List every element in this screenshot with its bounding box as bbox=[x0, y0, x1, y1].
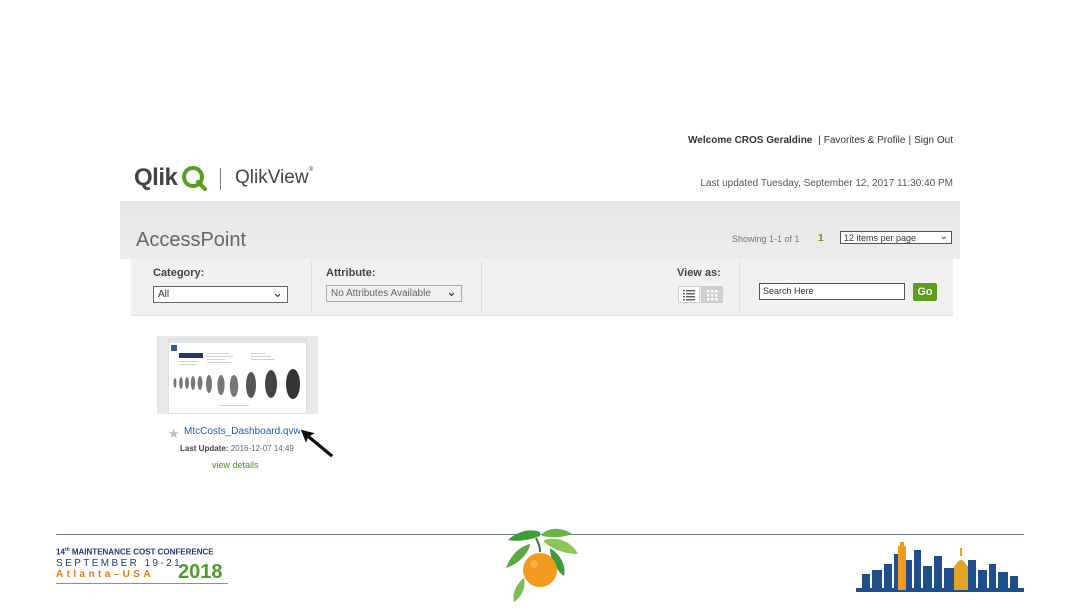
qlik-q-icon bbox=[182, 166, 207, 191]
filter-divider bbox=[311, 262, 312, 312]
showing-count: Showing 1-1 of 1 bbox=[732, 234, 800, 244]
chevron-down-icon: ⌄ bbox=[446, 284, 457, 299]
city-skyline-icon bbox=[856, 542, 1024, 592]
page-number-link[interactable]: 1 bbox=[818, 233, 824, 244]
go-button[interactable]: Go bbox=[913, 283, 937, 301]
favorites-profile-link[interactable]: Favorites & Profile bbox=[824, 135, 906, 146]
category-value: All bbox=[158, 289, 170, 300]
welcome-text: Welcome CROS Geraldine bbox=[688, 135, 813, 146]
items-per-page-value: 12 items per page bbox=[844, 233, 917, 243]
view-as-label: View as: bbox=[677, 267, 721, 279]
chevron-down-icon: ⌄ bbox=[272, 285, 283, 300]
document-link[interactable]: MtcCosts_Dashboard.qvw bbox=[184, 426, 301, 437]
dashboard-preview-image bbox=[169, 339, 306, 406]
conference-dates: SEPTEMBER 19-21 bbox=[56, 558, 183, 569]
qlikview-logo-text: QlikView® bbox=[235, 167, 313, 188]
view-details-link[interactable]: view details bbox=[212, 460, 259, 470]
page-title: AccessPoint bbox=[136, 229, 247, 251]
peach-logo-icon bbox=[506, 528, 578, 602]
list-view-button[interactable] bbox=[678, 286, 700, 303]
chevron-down-icon: ⌄ bbox=[939, 231, 948, 242]
document-last-update: Last Update: 2016-12-07 14:49 bbox=[180, 444, 294, 453]
favorite-star-icon[interactable]: ★ bbox=[168, 426, 180, 442]
grid-view-button[interactable] bbox=[701, 286, 723, 303]
conference-underline bbox=[56, 583, 228, 584]
attribute-select: No Attributes Available ⌄ bbox=[326, 284, 462, 302]
search-input[interactable]: Search Here bbox=[759, 283, 905, 300]
conference-year: 2018 bbox=[178, 561, 223, 583]
attribute-label: Attribute: bbox=[326, 267, 376, 279]
category-select[interactable]: All ⌄ bbox=[153, 285, 288, 303]
conference-title: 14th MAINTENANCE COST CONFERENCE bbox=[56, 547, 214, 557]
document-thumbnail[interactable] bbox=[168, 338, 307, 414]
welcome-bar: Welcome CROS Geraldine | Favorites & Prof… bbox=[688, 135, 953, 146]
conference-location: Atlanta–USA bbox=[56, 569, 154, 580]
last-updated-text: Last updated Tuesday, September 12, 2017… bbox=[700, 178, 953, 189]
qlik-logo-text: Qlik bbox=[134, 164, 178, 191]
grid-view-icon bbox=[707, 290, 718, 301]
category-label: Category: bbox=[153, 267, 205, 279]
filter-divider bbox=[481, 262, 482, 312]
attribute-value: No Attributes Available bbox=[331, 288, 431, 299]
logo-divider bbox=[220, 168, 221, 190]
filter-divider bbox=[739, 262, 740, 312]
items-per-page-select[interactable]: 12 items per page ⌄ bbox=[840, 231, 952, 244]
sign-out-link[interactable]: Sign Out bbox=[914, 135, 953, 146]
list-view-icon bbox=[683, 290, 695, 301]
cursor-arrow-icon bbox=[299, 428, 335, 459]
